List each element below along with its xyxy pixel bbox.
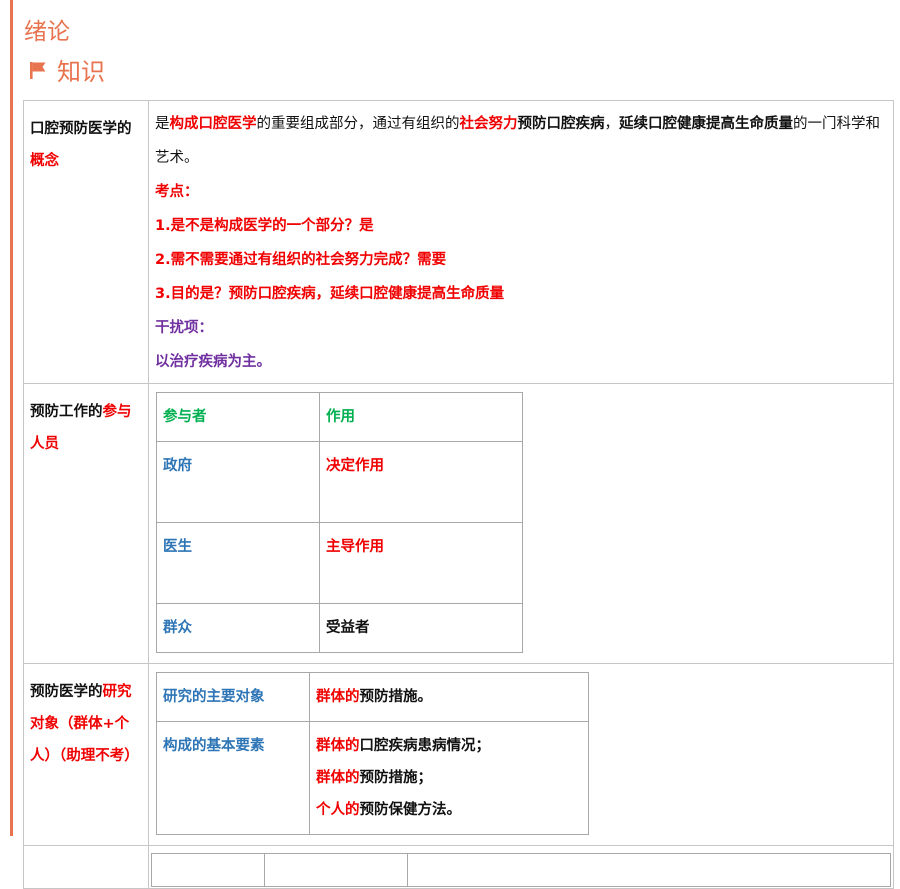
table-row: 预防工作的参与人员 参与者 作用 政府 决定作用 医生 主导作用 群众 受益者 [23,383,894,664]
label-text: 口腔预防医学的 [30,121,132,137]
table-row [23,845,894,889]
exam-point: 3.目的是？预防口腔疾病，延续口腔健康提高生命质量 [155,286,505,302]
key-cell: 构成的基本要素 [156,721,310,835]
header-cell: 作用 [319,392,523,442]
label-text: 预防工作的 [30,404,103,420]
exam-point: 1.是不是构成医学的一个部分？是 [155,218,374,234]
inner-row: 政府 决定作用 [156,441,523,523]
knowledge-table: 口腔预防医学的概念 是构成口腔医学的重要组成部分，通过有组织的社会努力预防口腔疾… [23,100,894,889]
inner-row: 研究的主要对象 群体的预防措施。 [156,672,589,722]
participant-cell: 群众 [156,603,320,653]
label-highlight: 概念 [30,153,59,169]
row-content [148,845,894,889]
role-cell: 主导作用 [319,522,523,604]
label-text: 预防医学的 [30,684,103,700]
section-heading: 知识 [28,52,105,87]
chapter-title: 绪论 [24,19,70,45]
row-content: 参与者 作用 政府 决定作用 医生 主导作用 群众 受益者 [148,383,894,664]
element-line: 群体的预防措施； [316,770,432,786]
role-cell: 受益者 [319,603,523,653]
flag-icon [30,61,46,79]
inner-row: 医生 主导作用 [156,522,523,604]
value-cell: 群体的预防措施。 [309,672,589,722]
research-table: 研究的主要对象 群体的预防措施。 构成的基本要素 群体的口腔疾病患病情况； 群体… [156,672,589,835]
key-cell: 研究的主要对象 [156,672,310,722]
header-cell: 参与者 [156,392,320,442]
accent-bar [10,0,13,836]
row-label: 预防医学的研究对象（群体+个人）（助理不考） [23,663,149,846]
table-row: 预防医学的研究对象（群体+个人）（助理不考） 研究的主要对象 群体的预防措施。 … [23,663,894,846]
exam-title: 考点： [155,184,199,200]
element-line: 群体的口腔疾病患病情况； [316,738,490,754]
table-row: 口腔预防医学的概念 是构成口腔医学的重要组成部分，通过有组织的社会努力预防口腔疾… [23,100,894,384]
distractor-title: 干扰项： [155,320,213,336]
inner-row: 群众 受益者 [156,603,523,653]
participant-cell: 政府 [156,441,320,523]
role-cell: 决定作用 [319,441,523,523]
row-label [23,845,149,889]
row-label: 口腔预防医学的概念 [23,100,149,384]
row-content: 是构成口腔医学的重要组成部分，通过有组织的社会努力预防口腔疾病，延续口腔健康提高… [148,100,894,384]
distractor-text: 以治疗疾病为主。 [155,354,271,370]
participants-table: 参与者 作用 政府 决定作用 医生 主导作用 群众 受益者 [156,392,523,653]
row-content: 研究的主要对象 群体的预防措施。 构成的基本要素 群体的口腔疾病患病情况； 群体… [148,663,894,846]
row-label: 预防工作的参与人员 [23,383,149,664]
participant-cell: 医生 [156,522,320,604]
inner-table-stub [151,853,891,887]
inner-row: 构成的基本要素 群体的口腔疾病患病情况； 群体的预防措施； 个人的预防保健方法。 [156,721,589,835]
inner-header-row: 参与者 作用 [156,392,523,442]
element-line: 个人的预防保健方法。 [316,802,461,818]
value-cell: 群体的口腔疾病患病情况； 群体的预防措施； 个人的预防保健方法。 [309,721,589,835]
definition-text: 是构成口腔医学的重要组成部分，通过有组织的社会努力预防口腔疾病，延续口腔健康提高… [155,116,880,166]
exam-point: 2.需不需要通过有组织的社会努力完成？需要 [155,252,447,268]
section-title: 知识 [57,58,105,86]
